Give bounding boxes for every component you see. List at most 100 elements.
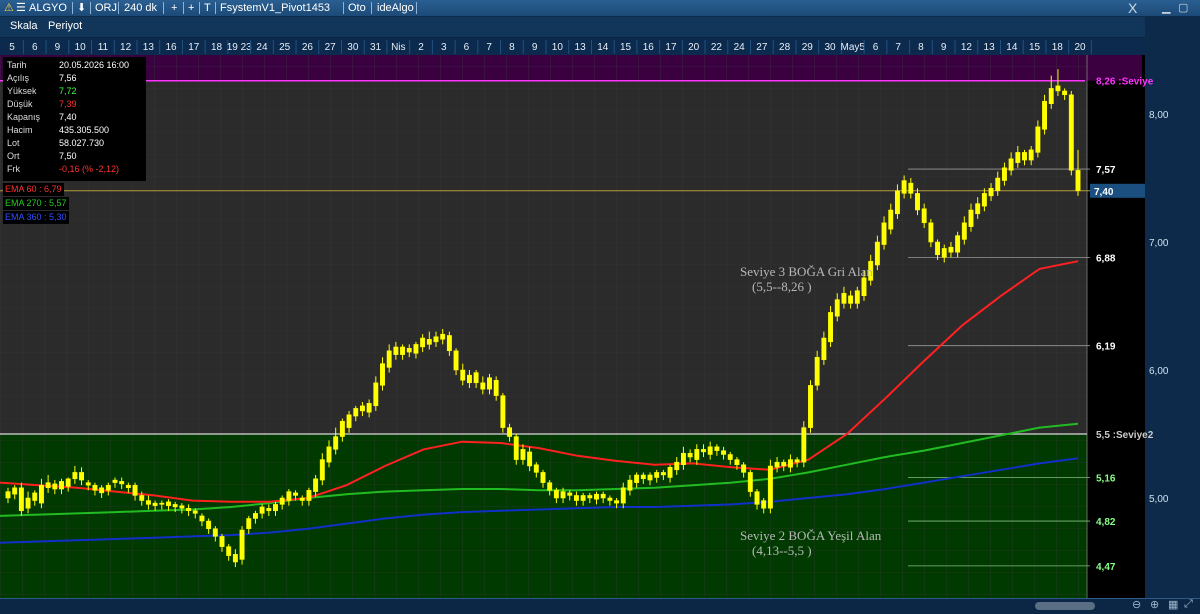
date-tick-label: 20 xyxy=(1074,42,1086,53)
candle-body xyxy=(801,427,807,463)
candle-body xyxy=(273,504,278,512)
candle-body xyxy=(915,193,920,211)
zoom-in-icon[interactable]: ⊕ xyxy=(1150,598,1159,611)
candle-body xyxy=(206,520,212,529)
candle-body xyxy=(259,506,265,514)
candle-body xyxy=(306,490,312,501)
date-tick-label: 6 xyxy=(873,42,879,53)
candle-body xyxy=(821,337,827,361)
date-tick-label: 13 xyxy=(575,42,587,53)
candle-body xyxy=(426,339,432,345)
candle-body xyxy=(747,472,753,492)
price-tick-label: 7,00 xyxy=(1149,238,1169,249)
candle xyxy=(239,526,245,565)
candle-body xyxy=(607,497,613,501)
candle-body xyxy=(761,500,767,509)
candle-body xyxy=(781,461,787,467)
candle-body xyxy=(466,374,472,384)
candle-body xyxy=(52,483,58,490)
candle-body xyxy=(212,528,218,537)
candle-body xyxy=(567,492,573,496)
candle-body xyxy=(406,347,412,353)
date-tick-label: 15 xyxy=(620,42,632,53)
candle-body xyxy=(660,472,666,476)
candle-body xyxy=(380,363,385,386)
candle-body xyxy=(620,487,626,504)
date-tick-label: 18 xyxy=(211,42,223,53)
candle xyxy=(18,482,24,516)
date-tick-label: 31 xyxy=(370,42,382,53)
candle-body xyxy=(112,479,118,483)
candle-body xyxy=(787,459,793,468)
candle-body xyxy=(553,490,559,499)
candle xyxy=(500,393,506,433)
candle-body xyxy=(908,182,914,194)
candle-body xyxy=(353,408,359,417)
candle-body xyxy=(573,495,579,501)
candle-body xyxy=(674,461,680,471)
date-tick-label: 25 xyxy=(279,42,291,53)
date-label: Tarih xyxy=(7,60,27,70)
candle-body xyxy=(333,436,339,450)
candle-body xyxy=(995,177,1001,192)
price-chart[interactable]: 5 6 9 10 11 12 13 16 17 18 19 23 24 25 26 27 30 31 Nis 2 3 6… xyxy=(0,0,1200,613)
candle-body xyxy=(961,222,967,240)
zone2-title: Seviye 2 BOĞA Yeşil Alan xyxy=(740,528,882,543)
candle-body xyxy=(319,459,325,481)
ema60-label: EMA 60 : 6,79 xyxy=(3,183,64,196)
candle-body xyxy=(928,222,934,243)
candle-body xyxy=(874,241,880,266)
candle-body xyxy=(767,465,773,509)
candle-body xyxy=(734,459,740,465)
candle-body xyxy=(246,518,252,529)
candle-body xyxy=(453,350,459,371)
candle-body xyxy=(326,446,332,463)
candle-body xyxy=(25,497,31,509)
candle-body xyxy=(266,507,272,512)
date-tick-label: 26 xyxy=(302,42,314,53)
candle-body xyxy=(119,481,125,485)
zoom-out-icon[interactable]: ⊖ xyxy=(1132,598,1141,611)
candle-body xyxy=(627,479,633,491)
candle-body xyxy=(45,482,51,489)
date-tick-label: 12 xyxy=(961,42,973,53)
candle-body xyxy=(440,333,446,340)
date-tick-label: 30 xyxy=(347,42,359,53)
candle-body xyxy=(145,500,151,505)
candle-body xyxy=(386,350,392,368)
lot-label: Lot xyxy=(7,138,20,148)
open-value: 7,56 xyxy=(59,73,77,83)
date-tick-label: 7 xyxy=(895,42,901,53)
date-tick-label: 8 xyxy=(918,42,924,53)
candle-body xyxy=(279,497,285,505)
candle-body xyxy=(647,474,653,481)
candle-body xyxy=(600,493,606,499)
horizontal-scrollbar[interactable] xyxy=(1035,602,1095,610)
candle-body xyxy=(814,356,820,386)
open-label: Açılış xyxy=(7,73,30,83)
candle-body xyxy=(179,505,185,509)
high-value: 7,72 xyxy=(59,86,77,96)
close-label: Kapanış xyxy=(7,112,41,122)
candle-body xyxy=(373,382,379,407)
candle-body xyxy=(841,292,847,304)
date-tick-label: 30 xyxy=(824,42,836,53)
layout-icon[interactable]: ▦ xyxy=(1168,598,1178,611)
candle-body xyxy=(5,491,11,499)
candle-body xyxy=(560,491,566,499)
candle-body xyxy=(828,312,834,343)
candle-body xyxy=(533,464,539,473)
candle-body xyxy=(1035,126,1041,153)
candle-body xyxy=(1028,149,1034,161)
diff-label: Frk xyxy=(7,164,20,174)
candle-body xyxy=(65,478,71,487)
candle-body xyxy=(172,504,178,508)
candle-body xyxy=(487,377,492,390)
candle-body xyxy=(232,554,238,563)
candle-body xyxy=(1042,100,1048,130)
candle-body xyxy=(848,295,854,304)
fullscreen-icon[interactable]: ⤢ xyxy=(1184,598,1193,611)
ohlc-info-box: Tarih 20.05.2026 16:00 Açılış 7,56 Yükse… xyxy=(3,57,146,181)
zone2-range: (4,13--5,5 ) xyxy=(752,543,812,558)
date-tick-label: 9 xyxy=(532,42,538,53)
